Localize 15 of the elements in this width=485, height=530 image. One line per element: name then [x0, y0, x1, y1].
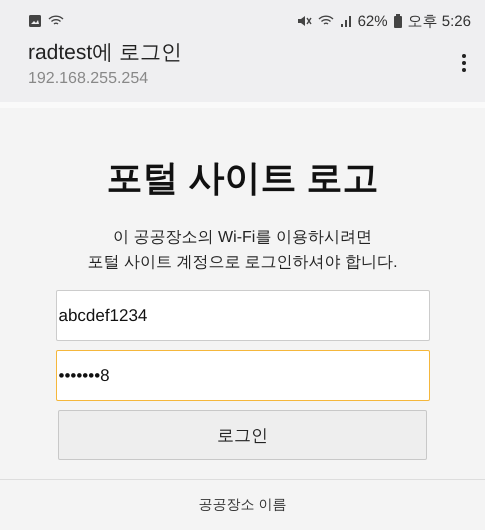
input-field[interactable]: abcdef1234 — [56, 290, 430, 341]
page-title: radtest에 로그인 — [28, 40, 184, 66]
input-field[interactable]: •••••••8 — [56, 350, 430, 401]
more-icon — [461, 53, 467, 73]
clock-time: 오후 5:26 — [408, 12, 471, 30]
image-icon — [28, 14, 42, 28]
battery-percent: 62% — [358, 12, 388, 30]
signal-icon — [340, 14, 352, 28]
venue-name: 공공장소 이름 — [198, 496, 286, 514]
mute-icon — [296, 14, 312, 28]
login-instructions: 이 공공장소의 Wi-Fi를 이용하시려면 포털 사이트 계정으로 로그인하셔야 합니다. — [87, 228, 398, 273]
page-address: 192.168.255.254 — [28, 70, 150, 88]
login-button[interactable]: 로그인 — [58, 410, 427, 460]
portal-logo-title: 포털 사이트 로고 — [106, 156, 378, 200]
battery-icon — [394, 14, 402, 28]
